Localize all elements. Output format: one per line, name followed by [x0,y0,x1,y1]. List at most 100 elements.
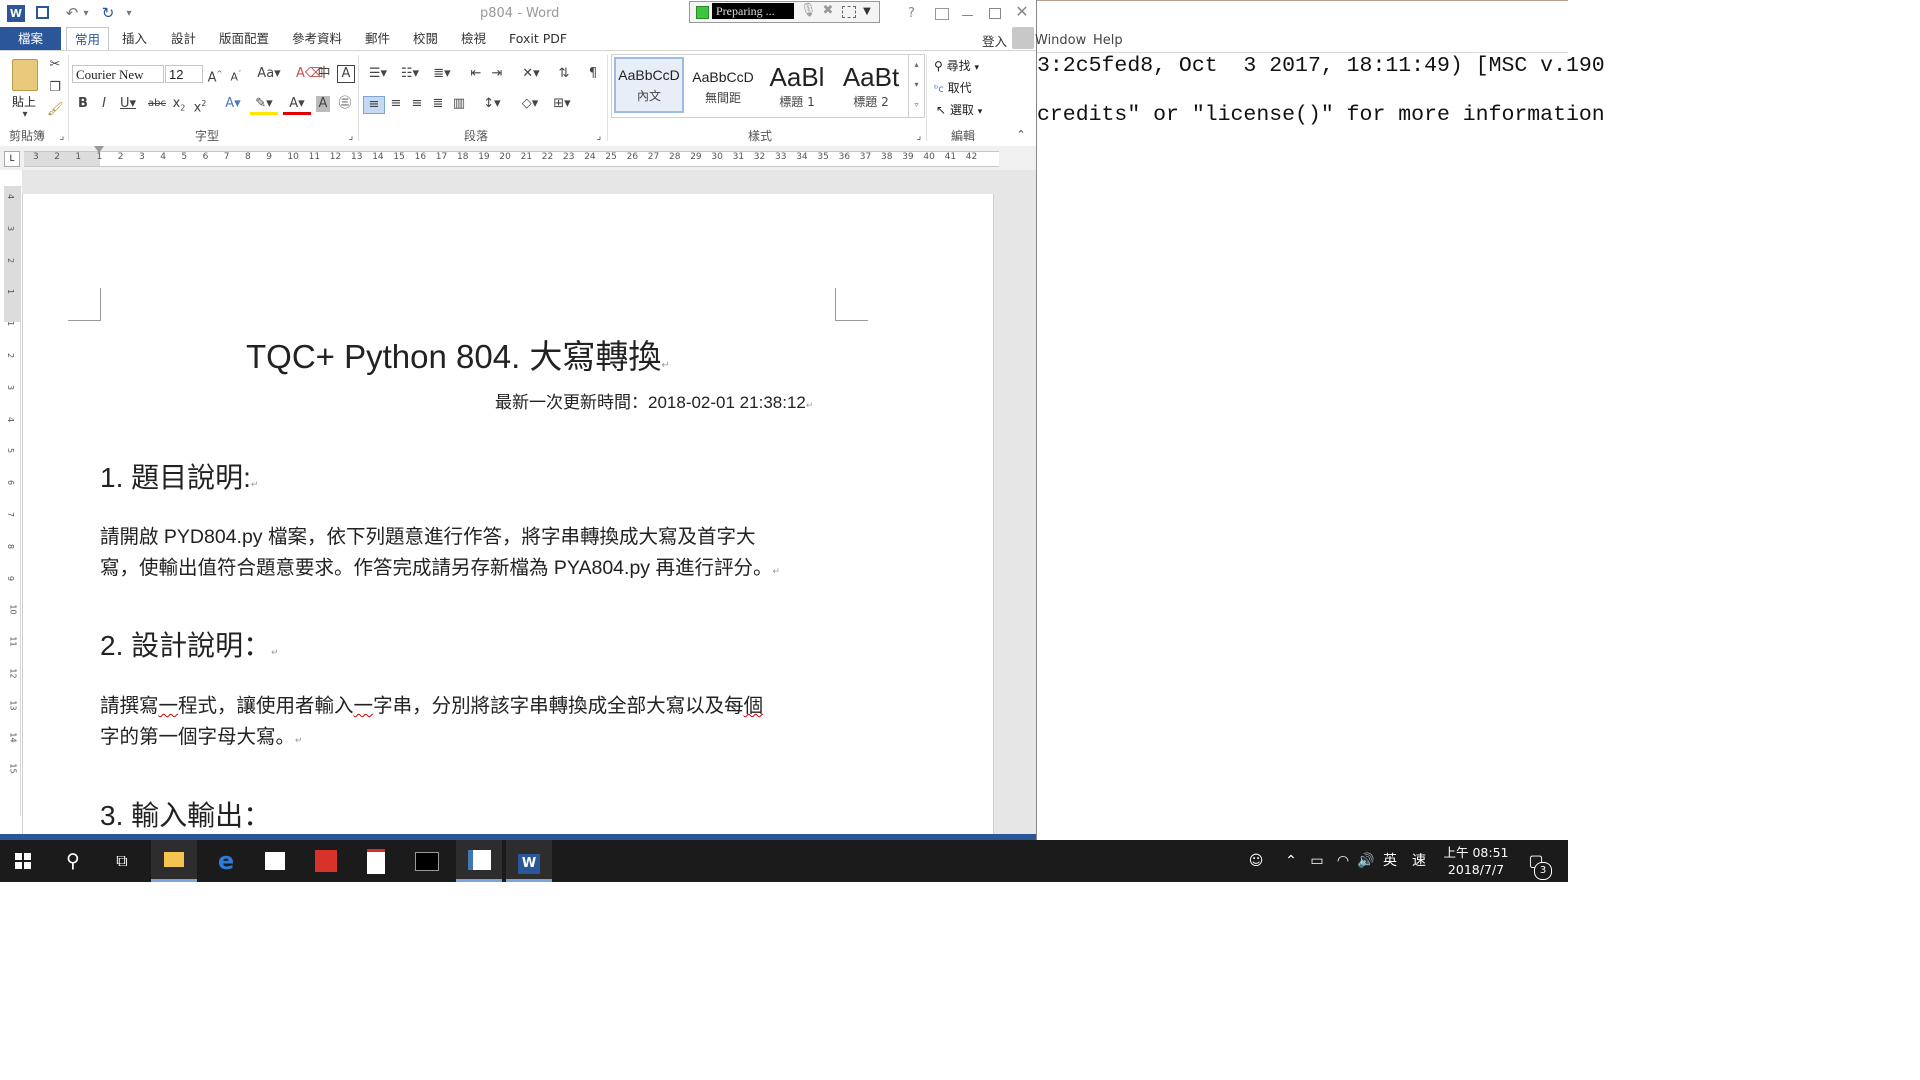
superscript-icon[interactable]: x2 [192,96,208,116]
align-center-icon[interactable]: ≡ [388,96,404,112]
spelling-error[interactable]: 一 [354,695,374,717]
acrobat-reader-icon[interactable] [353,840,399,882]
show-hidden-icons-icon[interactable]: ⌃ [1281,840,1301,882]
tab-mailings[interactable]: 郵件 [361,27,394,50]
indent-marker[interactable] [94,146,104,153]
tab-layout[interactable]: 版面配置 [215,27,273,50]
help-button[interactable]: ? [908,6,915,21]
camera-off-icon[interactable]: ✖ [820,3,836,19]
people-icon[interactable]: ☺ [1244,840,1268,882]
styles-launcher-icon[interactable]: ⌟ [914,129,924,145]
copy-icon[interactable]: ❐ [47,80,63,96]
subscript-icon[interactable]: x2 [171,96,187,117]
change-case-icon[interactable]: Aa▾ [257,66,281,82]
paragraph-launcher-icon[interactable]: ⌟ [594,129,604,145]
clock[interactable]: 上午 08:51 2018/7/7 [1440,844,1512,878]
style-heading-2[interactable]: AaBt 標題 2 [836,61,906,117]
gift-app-icon[interactable] [303,840,349,882]
italic-icon[interactable]: I [97,96,111,112]
tab-review[interactable]: 校閱 [409,27,442,50]
minimize-button[interactable] [962,15,973,16]
tab-foxit-pdf[interactable]: Foxit PDF [505,27,571,50]
shrink-font-icon[interactable]: Aˇ [228,66,244,86]
show-marks-icon[interactable]: ¶ [585,66,601,82]
enclose-characters-icon[interactable]: ㊂ [337,96,353,112]
word-app-icon[interactable]: W [7,5,25,22]
vertical-ruler[interactable]: 4 3 2 1 1 2 3 4 5 6 7 8 9 10 11 12 13 14 15 [4,186,21,816]
battery-icon[interactable]: ▭ [1306,840,1328,882]
font-launcher-icon[interactable]: ⌟ [346,129,356,145]
spelling-error[interactable]: 個 [744,695,764,717]
text-effects-icon[interactable]: A▾ [221,96,245,112]
distributed-icon[interactable]: ▥ [451,96,467,112]
horizontal-ruler[interactable]: L 3 2 1 1 2 3 4 5 6 7 8 9 10 11 12 13 14 15 16 17 18 19 20 21 22… [0,146,1036,170]
task-view-icon[interactable]: ⧉ [99,840,145,882]
grow-font-icon[interactable]: A^ [207,66,223,86]
multilevel-list-icon[interactable]: ≣▾ [428,66,456,82]
undo-icon[interactable]: ↶ [62,5,82,21]
maximize-button[interactable] [989,8,1001,19]
word-taskbar-icon[interactable]: W [506,840,552,882]
format-painter-icon[interactable]: 🖌 [47,102,64,118]
bullets-icon[interactable]: ☰▾ [364,66,392,82]
strikethrough-icon[interactable]: abc [147,96,167,112]
microphone-icon[interactable]: 🎙 [800,3,817,19]
character-shading-icon[interactable]: A [316,96,330,112]
region-select-icon[interactable] [842,6,856,18]
redo-icon[interactable]: ↻ [98,5,118,21]
underline-icon[interactable]: U▾ [117,96,139,112]
undo-dropdown-icon[interactable]: ▾ [82,6,90,22]
close-button[interactable]: ✕ [1014,4,1030,20]
start-button[interactable] [0,840,46,882]
justify-icon[interactable]: ≣ [430,96,446,112]
increase-indent-icon[interactable]: ⇥ [489,66,505,82]
tab-design[interactable]: 設計 [167,27,200,50]
align-left-icon[interactable]: ≡ [363,96,385,114]
wifi-icon[interactable]: ◠ [1332,840,1354,882]
tab-view[interactable]: 檢視 [457,27,490,50]
ime-mode-indicator[interactable]: 速 [1407,840,1431,882]
tab-selector[interactable]: L [4,151,20,167]
edge-browser-icon[interactable]: e [203,840,249,882]
save-icon[interactable] [36,6,49,19]
line-spacing-icon[interactable]: ↕▾ [478,96,506,112]
replace-button[interactable]: ᵇc 取代 [934,79,972,96]
bold-icon[interactable]: B [76,96,90,112]
highlight-color-icon[interactable]: ✎▾ [250,96,278,115]
phonetic-guide-icon[interactable]: 中 [315,66,333,82]
ribbon-display-options-icon[interactable] [935,8,949,20]
style-heading-1[interactable]: AaBl 標題 1 [762,61,832,117]
menu-item-help[interactable]: Help [1093,33,1123,48]
account-avatar[interactable] [1012,27,1034,49]
find-button[interactable]: ⚲ 尋找 ▾ [934,57,979,74]
tab-insert[interactable]: 插入 [118,27,151,50]
search-icon[interactable]: ⚲ [50,840,96,882]
clear-formatting-icon[interactable]: A⌫ [296,66,323,82]
style-normal[interactable]: AaBbCcD 內文 [614,57,684,113]
ime-language-indicator[interactable]: 英 [1380,840,1400,882]
tab-references[interactable]: 參考資料 [288,27,346,50]
tab-home[interactable]: 常用 [66,27,110,51]
volume-icon[interactable]: 🔊 [1355,840,1377,882]
collapse-ribbon-icon[interactable]: ⌃ [1014,127,1028,143]
style-no-spacing[interactable]: AaBbCcD 無間距 [688,61,758,117]
sort-icon[interactable]: ⇅ [556,66,572,82]
align-right-icon[interactable]: ≡ [409,96,425,112]
customize-qat-icon[interactable]: ▾ [124,6,134,22]
paste-button[interactable]: 貼上 ▾ [8,57,42,120]
sign-in-link[interactable]: 登入 [982,31,1007,50]
character-border-icon[interactable]: A [337,65,355,83]
shading-icon[interactable]: ◇▾ [516,96,544,112]
asian-layout-icon[interactable]: ✕▾ [517,66,545,82]
font-size-combo[interactable]: 12 [165,65,203,83]
recorder-menu-icon[interactable]: ▼ [862,4,872,20]
borders-icon[interactable]: ⊞▾ [548,96,576,112]
menu-item-window[interactable]: Window [1035,33,1086,48]
spelling-error[interactable]: 一 [159,695,179,717]
python-idle-icon[interactable] [456,840,502,882]
select-button[interactable]: ↖ 選取 ▾ [936,101,982,118]
command-prompt-icon[interactable] [404,840,450,882]
cut-icon[interactable]: ✂ [47,57,63,73]
decrease-indent-icon[interactable]: ⇤ [468,66,484,82]
file-explorer-icon[interactable] [151,840,197,882]
